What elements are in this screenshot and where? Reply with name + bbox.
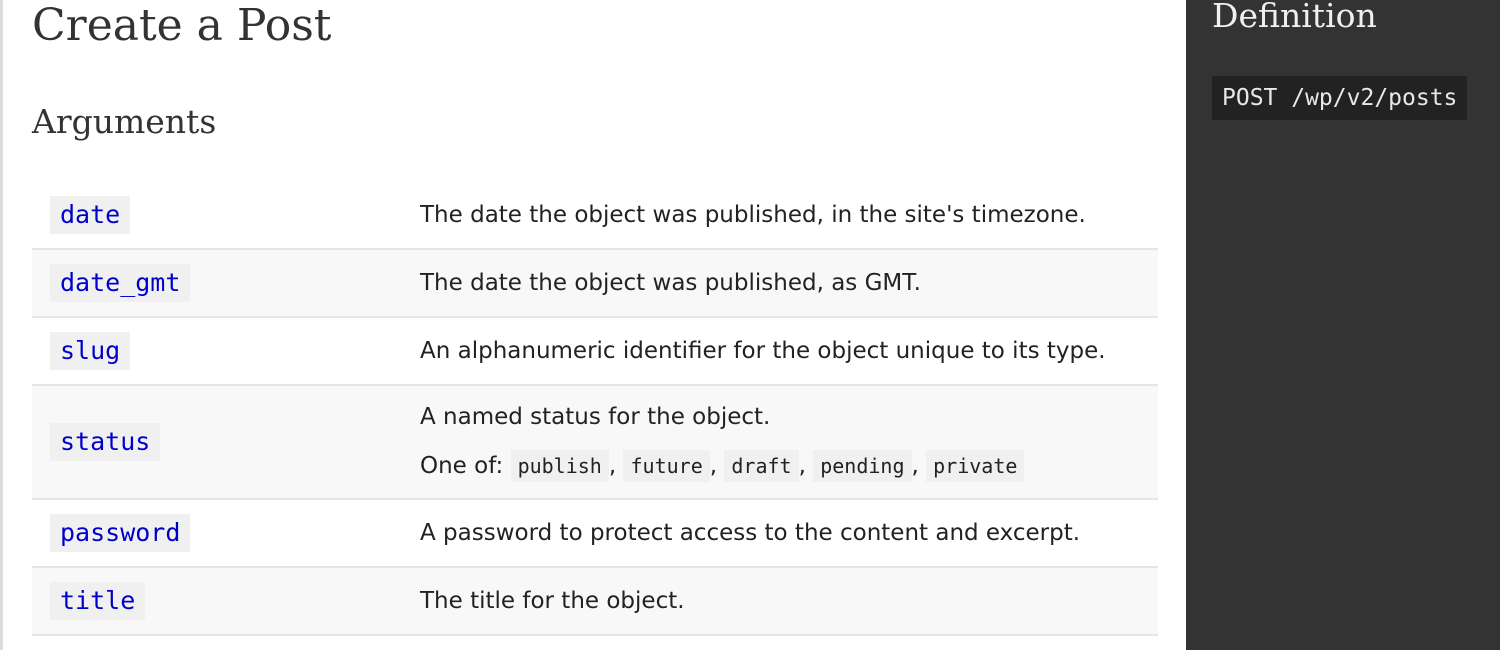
table-row: title The title for the object.	[32, 568, 1158, 636]
table-row: slug An alphanumeric identifier for the …	[32, 318, 1158, 386]
arg-description: An alphanumeric identifier for the objec…	[420, 338, 1106, 364]
arguments-table: date The date the object was published, …	[32, 181, 1158, 636]
endpoint-code: POST /wp/v2/posts	[1212, 76, 1468, 120]
arg-description-cell: A named status for the object. One of: p…	[420, 402, 1158, 482]
arg-name-cell: title	[32, 582, 420, 620]
table-row: password A password to protect access to…	[32, 500, 1158, 568]
arg-description: The title for the object.	[420, 588, 685, 614]
main-content: Create a Post Arguments date The date th…	[0, 0, 1186, 650]
arguments-heading: Arguments	[32, 102, 217, 141]
arg-name-cell: date_gmt	[32, 264, 420, 302]
status-option-pending: pending	[813, 450, 912, 482]
arg-description-cell: The title for the object.	[420, 586, 1158, 616]
status-options: One of: publish, future, draft, pending,…	[420, 450, 1158, 482]
arg-name-password[interactable]: password	[50, 514, 191, 552]
arg-description: The date the object was published, as GM…	[420, 270, 921, 296]
page: Create a Post Arguments date The date th…	[0, 0, 1500, 650]
status-option-publish: publish	[510, 450, 609, 482]
page-title: Create a Post	[32, 0, 332, 51]
arg-description: A password to protect access to the cont…	[420, 520, 1081, 546]
arg-name-status[interactable]: status	[50, 423, 161, 461]
arg-description-cell: An alphanumeric identifier for the objec…	[420, 336, 1158, 366]
arg-name-date[interactable]: date	[50, 195, 131, 234]
arg-name-cell: slug	[32, 332, 420, 370]
definition-sidebar: Definition POST /wp/v2/posts	[1186, 0, 1500, 650]
status-option-private: private	[926, 450, 1025, 482]
arg-description-cell: The date the object was published, as GM…	[420, 268, 1158, 298]
arg-name-cell: password	[32, 514, 420, 552]
table-row: status A named status for the object. On…	[32, 386, 1158, 500]
one-of-label: One of:	[420, 453, 504, 479]
arg-name-date-gmt[interactable]: date_gmt	[50, 264, 191, 302]
status-option-draft: draft	[724, 450, 799, 482]
arg-name-cell: date	[32, 195, 420, 234]
arg-name-slug[interactable]: slug	[50, 332, 131, 370]
table-row: date The date the object was published, …	[32, 181, 1158, 250]
arg-description-cell: The date the object was published, in th…	[420, 200, 1158, 230]
arg-name-title[interactable]: title	[50, 582, 146, 620]
arg-name-cell: status	[32, 423, 420, 461]
arg-description-cell: A password to protect access to the cont…	[420, 518, 1158, 548]
status-option-future: future	[623, 450, 710, 482]
arg-description: A named status for the object.	[420, 404, 771, 430]
definition-heading: Definition	[1212, 0, 1377, 35]
arg-description: The date the object was published, in th…	[420, 201, 1086, 228]
table-row: date_gmt The date the object was publish…	[32, 250, 1158, 318]
